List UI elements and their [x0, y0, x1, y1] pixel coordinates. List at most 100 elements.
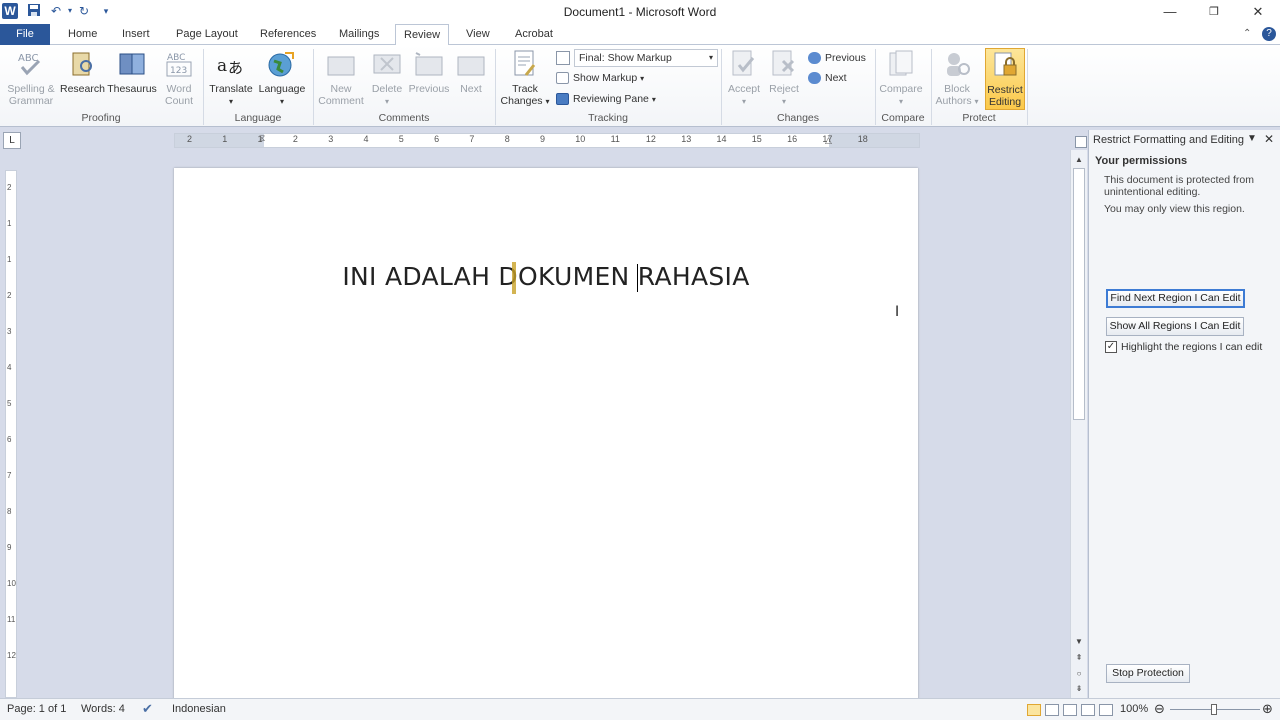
web-layout-icon[interactable]: [1063, 704, 1077, 716]
language-status[interactable]: Indonesian: [172, 703, 226, 715]
show-markup-icon: [556, 72, 569, 85]
ruler-tick-label: 5: [7, 399, 12, 408]
track-changes-button[interactable]: Track Changes ▾: [498, 49, 552, 108]
tab-mailings[interactable]: Mailings: [331, 24, 387, 45]
display-for-review-select[interactable]: Final: Show Markup ▾: [574, 49, 718, 67]
document-page[interactable]: INI ADALAH DOKUMEN RAHASIA: [174, 168, 918, 708]
find-next-region-button[interactable]: Find Next Region I Can Edit: [1106, 289, 1245, 308]
pane-close-icon[interactable]: ✕: [1264, 132, 1274, 146]
previous-comment-button[interactable]: Previous: [406, 49, 452, 95]
previous-change-label: Previous: [825, 52, 866, 64]
proofing-check-icon[interactable]: ✔: [142, 701, 153, 717]
scroll-up-icon[interactable]: ▲: [1074, 154, 1084, 166]
minimize-ribbon-icon[interactable]: ⌃: [1243, 28, 1251, 39]
word-count[interactable]: Words: 4: [81, 703, 125, 715]
restrict-lock-icon: [994, 52, 1017, 76]
ruler-tick-label: 7: [469, 134, 475, 144]
thesaurus-icon: [119, 53, 145, 75]
tab-file[interactable]: File: [0, 24, 50, 45]
vertical-scrollbar[interactable]: ▲ ▼ ⇞ ○ ⇟: [1070, 150, 1087, 698]
previous-change-button[interactable]: Previous: [808, 49, 866, 67]
zoom-slider-thumb[interactable]: [1211, 704, 1217, 715]
reviewing-pane-button[interactable]: Reviewing Pane ▾: [556, 90, 656, 108]
ruler-tick-label: 16: [787, 134, 798, 144]
tab-acrobat[interactable]: Acrobat: [507, 24, 561, 45]
scrollbar-thumb[interactable]: [1073, 168, 1085, 420]
translate-button[interactable]: aあ Translate ▾: [207, 49, 255, 108]
tab-view[interactable]: View: [458, 24, 498, 45]
print-layout-icon[interactable]: [1027, 704, 1041, 716]
ruler-tick-label: 2: [7, 183, 12, 192]
status-bar: Page: 1 of 1 Words: 4 ✔ Indonesian 100% …: [0, 698, 1280, 720]
document-text[interactable]: INI ADALAH DOKUMEN RAHASIA: [174, 262, 918, 291]
full-screen-reading-icon[interactable]: [1045, 704, 1059, 716]
ruler-tick-label: 5: [398, 134, 404, 144]
tab-insert[interactable]: Insert: [114, 24, 158, 45]
accept-button[interactable]: Accept ▾: [724, 49, 764, 108]
new-comment-icon: [327, 56, 355, 76]
next-page-icon[interactable]: ⇟: [1074, 683, 1084, 695]
zoom-out-icon[interactable]: ⊖: [1154, 701, 1165, 717]
show-all-regions-button[interactable]: Show All Regions I Can Edit: [1106, 317, 1244, 336]
reject-icon: [772, 50, 795, 76]
view-region-text: You may only view this region.: [1104, 203, 1245, 215]
next-comment-button[interactable]: Next: [454, 49, 488, 95]
help-icon[interactable]: ?: [1262, 27, 1276, 41]
show-markup-button[interactable]: Show Markup ▾: [556, 69, 644, 87]
stop-protection-button[interactable]: Stop Protection: [1106, 664, 1190, 683]
language-button[interactable]: Language ▾: [257, 49, 307, 108]
research-label: Research: [60, 83, 105, 95]
vertical-ruler[interactable]: 2 1 1 2 3 4 5 6 7 8 9 10 11 12: [5, 170, 17, 698]
indent-marker-icon[interactable]: ⧖: [259, 133, 265, 144]
highlight-regions-checkbox[interactable]: ✓: [1105, 341, 1117, 353]
changes-label: Changes: [500, 95, 543, 107]
accept-icon: [732, 50, 755, 76]
restore-icon[interactable]: ❐: [1192, 0, 1236, 24]
reject-button[interactable]: Reject ▾: [764, 49, 804, 108]
ruler-right-margin: [829, 134, 919, 147]
tab-selector[interactable]: L: [3, 132, 21, 149]
new-comment-button[interactable]: New Comment: [316, 49, 366, 107]
delete-comment-button[interactable]: Delete ▾: [368, 49, 406, 108]
horizontal-ruler[interactable]: 2 1 1 2 3 4 5 6 7 8 9 10 11 12 13 14 15 16 17 18 ⧖ △: [174, 133, 920, 148]
pane-options-icon[interactable]: [1075, 136, 1087, 148]
page-count[interactable]: Page: 1 of 1: [7, 703, 66, 715]
permissions-heading: Your permissions: [1095, 155, 1188, 167]
spelling-grammar-button[interactable]: ABC Spelling & Grammar: [4, 49, 58, 107]
track-label: Track: [512, 83, 538, 95]
next-comment-icon: [457, 56, 485, 76]
tab-page-layout[interactable]: Page Layout: [168, 24, 246, 45]
ruler-tick-label: 9: [7, 543, 12, 552]
ruler-tick-label: 1: [7, 255, 12, 264]
select-browse-object-icon[interactable]: ○: [1074, 668, 1084, 680]
ruler-tick-label: 9: [540, 134, 546, 144]
outline-icon[interactable]: [1081, 704, 1095, 716]
draft-icon[interactable]: [1099, 704, 1113, 716]
next-change-icon: [808, 72, 821, 85]
minimize-icon[interactable]: —: [1148, 0, 1192, 24]
next-change-label: Next: [825, 72, 847, 84]
zoom-level[interactable]: 100%: [1120, 703, 1148, 715]
compare-button[interactable]: Compare ▾: [878, 49, 924, 108]
tab-review[interactable]: Review: [395, 24, 450, 46]
tab-home[interactable]: Home: [60, 24, 105, 45]
scroll-down-icon[interactable]: ▼: [1074, 636, 1084, 648]
pane-menu-chevron-icon[interactable]: ▼: [1247, 133, 1257, 144]
ruler-tick-label: 3: [328, 134, 334, 144]
block-authors-button[interactable]: Block Authors ▾: [934, 49, 980, 108]
compare-icon: [889, 50, 913, 76]
tab-references[interactable]: References: [252, 24, 324, 45]
restrict-editing-button[interactable]: Restrict Editing: [985, 48, 1025, 110]
ruler-tick-label: 10: [575, 134, 586, 144]
word-count-button[interactable]: ABC 123 Word Count: [160, 49, 198, 107]
right-indent-marker-icon[interactable]: △: [825, 135, 832, 146]
show-markup-label: Show Markup: [573, 72, 638, 84]
next-change-button[interactable]: Next: [808, 69, 847, 87]
research-button[interactable]: Research: [60, 49, 105, 95]
thesaurus-button[interactable]: Thesaurus: [106, 49, 158, 95]
zoom-in-icon[interactable]: ⊕: [1262, 701, 1273, 717]
ruler-tick-label: 1: [7, 219, 12, 228]
close-icon[interactable]: ✕: [1236, 0, 1280, 24]
previous-page-icon[interactable]: ⇞: [1074, 652, 1084, 664]
reject-label: Reject: [769, 83, 799, 95]
